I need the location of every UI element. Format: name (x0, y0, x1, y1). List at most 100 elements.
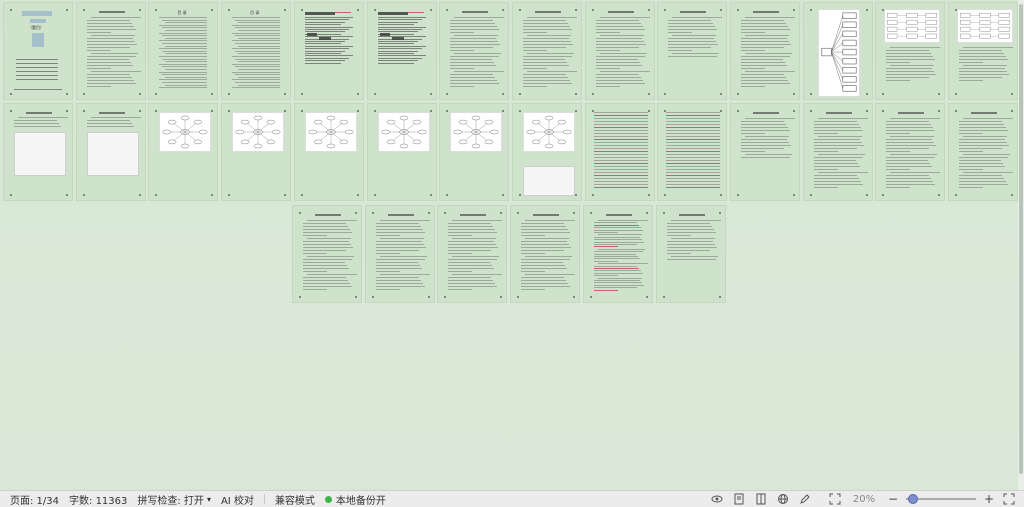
word-count[interactable]: 字数: 11363 (69, 492, 127, 507)
crop-mark (938, 93, 941, 95)
form-line (16, 79, 58, 80)
page-thumbnail[interactable] (366, 103, 437, 201)
annotation-line (334, 12, 351, 13)
page-thumbnail[interactable] (292, 205, 362, 303)
text-line (813, 121, 857, 122)
page-thumbnail[interactable] (293, 103, 364, 201)
text-line (813, 157, 863, 158)
page-thumbnail[interactable] (511, 2, 582, 100)
text-line (86, 83, 136, 84)
zoom-slider[interactable] (906, 494, 976, 504)
crop-mark (66, 93, 68, 95)
scrollbar-thumb[interactable] (1019, 4, 1023, 474)
text-line (454, 71, 505, 72)
page-thumbnail[interactable] (802, 2, 873, 100)
text-line (959, 169, 984, 170)
pen-edit-icon[interactable] (798, 492, 812, 506)
page-thumbnail[interactable] (875, 103, 946, 201)
zoom-slider-thumb[interactable] (908, 494, 918, 504)
fit-page-icon[interactable] (828, 492, 842, 506)
page-thumbnail[interactable] (655, 205, 726, 303)
page-thumbnail[interactable] (3, 103, 73, 201)
text-line (450, 41, 499, 42)
crop-mark (284, 110, 287, 112)
text-line (890, 136, 935, 137)
spell-check-toggle[interactable]: 拼写检查: 打开 ▾ (137, 492, 211, 507)
crop-mark (573, 212, 576, 214)
text-line (890, 118, 941, 119)
text-line (741, 50, 765, 51)
page-thumbnail[interactable]: （题目） (3, 2, 73, 100)
page-thumbnail[interactable] (439, 103, 510, 201)
page-thumbnail[interactable] (439, 2, 510, 100)
text-line (522, 65, 569, 66)
page-thumbnail[interactable] (75, 103, 146, 201)
text-line (741, 124, 786, 125)
crop-mark (155, 194, 158, 196)
text-line (666, 226, 712, 227)
form-line (14, 89, 62, 90)
page-thumbnail[interactable] (148, 103, 219, 201)
page-thumbnail[interactable] (582, 205, 653, 303)
page-thumbnail[interactable] (730, 2, 800, 100)
page-thumbnail[interactable] (511, 103, 582, 201)
document-canvas[interactable]: （题目） 目 录 目 录 (0, 0, 1019, 490)
text-line (599, 17, 650, 18)
page-thumbnail[interactable] (437, 205, 508, 303)
page-thumbnail[interactable] (75, 2, 146, 100)
text-line (86, 120, 130, 121)
eye-protection-icon[interactable] (710, 492, 724, 506)
fullscreen-icon[interactable] (1002, 492, 1016, 506)
text-line (593, 244, 637, 245)
text-line (521, 235, 546, 236)
text-line (304, 26, 353, 28)
page-thumbnail[interactable] (657, 103, 728, 201)
zoom-out-button[interactable]: − (886, 492, 900, 506)
page-thumbnail[interactable] (221, 103, 292, 201)
page-thumbnail[interactable] (510, 205, 581, 303)
text-line (450, 74, 494, 75)
vertical-scrollbar[interactable] (1018, 0, 1024, 490)
zoom-in-button[interactable]: + (982, 492, 996, 506)
page-view-icon[interactable] (732, 492, 746, 506)
zoom-level[interactable]: 20% (850, 492, 878, 506)
page-thumbnail[interactable] (875, 2, 946, 100)
text-line (668, 23, 714, 24)
toc-line (162, 27, 208, 29)
toc-line (159, 79, 208, 81)
text-line (959, 74, 1010, 75)
crop-mark (517, 296, 520, 298)
text-line (959, 181, 1007, 182)
ai-proofread-button[interactable]: AI 校对 (221, 492, 254, 507)
page-thumbnail[interactable] (584, 2, 655, 100)
table-block (86, 132, 139, 176)
text-line (959, 121, 1003, 122)
toc-line (232, 71, 281, 73)
text-line (304, 62, 341, 64)
toc-line (232, 63, 281, 65)
page-thumbnail[interactable] (802, 103, 873, 201)
page-thumbnail[interactable] (293, 2, 364, 100)
text-line (741, 74, 784, 75)
table-row-line (593, 142, 648, 143)
page-thumbnail[interactable] (364, 205, 435, 303)
page-thumbnail[interactable]: 目 录 (148, 2, 219, 100)
page-thumbnail[interactable]: 目 录 (221, 2, 292, 100)
page-thumbnail[interactable] (366, 2, 437, 100)
page-thumbnail[interactable] (730, 103, 800, 201)
text-line (813, 175, 857, 176)
web-view-icon[interactable] (776, 492, 790, 506)
text-line (448, 271, 473, 272)
local-backup-toggle[interactable]: 本地备份开 (324, 492, 386, 507)
text-line (450, 59, 493, 60)
text-line (597, 220, 648, 221)
text-line (890, 65, 935, 66)
text-line (525, 238, 570, 239)
page-indicator[interactable]: 页面: 1/34 (10, 492, 59, 507)
page-thumbnail[interactable] (584, 103, 655, 201)
page-thumbnail[interactable] (657, 2, 728, 100)
text-line (741, 38, 787, 39)
page-thumbnail[interactable] (948, 103, 1019, 201)
page-thumbnail[interactable] (948, 2, 1019, 100)
outline-view-icon[interactable] (754, 492, 768, 506)
